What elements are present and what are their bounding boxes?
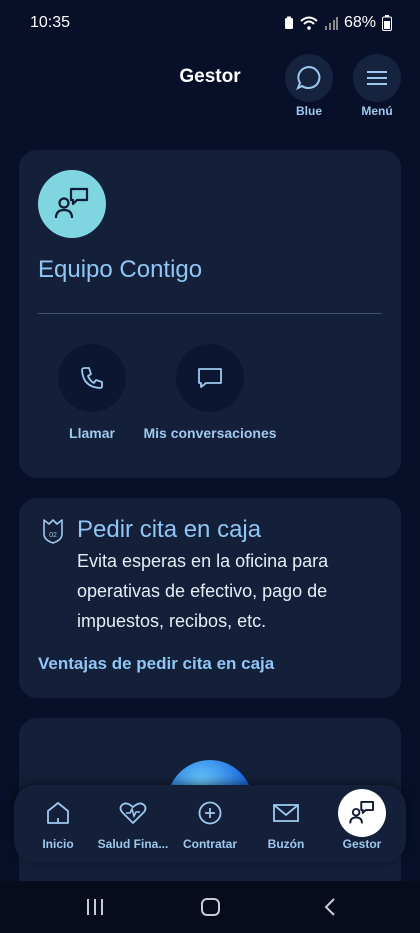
advisor-icon — [54, 187, 89, 219]
team-card: Equipo Contigo Llamar Mis conversaciones — [19, 150, 401, 478]
divider — [38, 313, 382, 314]
conversations-label: Mis conversaciones — [143, 425, 277, 441]
status-bar: 10:35 68% — [0, 0, 420, 46]
battery-saver-icon — [284, 16, 293, 29]
appointment-benefits-link[interactable]: Ventajas de pedir cita en caja — [38, 654, 274, 674]
tab-buzon-label: Buzón — [267, 837, 305, 851]
tab-contratar[interactable]: Contratar — [170, 797, 250, 851]
menu-label: Menú — [361, 104, 393, 118]
recent-apps-icon[interactable] — [84, 897, 106, 917]
status-time: 10:35 — [30, 14, 71, 31]
tab-contratar-label: Contratar — [182, 837, 237, 851]
back-icon[interactable] — [320, 897, 340, 917]
plus-circle-icon — [198, 801, 222, 825]
chat-bubble-icon — [296, 65, 321, 91]
phone-icon — [81, 367, 103, 389]
wifi-icon — [300, 16, 318, 30]
chat-icon — [198, 368, 222, 388]
tab-inicio-label: Inicio — [42, 837, 74, 851]
advisor-icon — [349, 800, 375, 824]
appointment-card[interactable]: 02 Pedir cita en caja Evita esperas en l… — [19, 498, 401, 698]
home-nav-icon[interactable] — [200, 897, 222, 917]
blue-label: Blue — [295, 104, 322, 118]
team-title: Equipo Contigo — [38, 256, 203, 283]
svg-text:02: 02 — [49, 532, 57, 539]
tab-salud-label: Salud Fina... — [97, 837, 169, 851]
advisor-avatar — [38, 170, 106, 238]
home-icon — [47, 802, 69, 824]
mail-icon — [273, 804, 299, 822]
shield-badge-icon: 02 — [41, 518, 65, 549]
appointment-title: Pedir cita en caja — [77, 516, 262, 543]
tab-salud-financiera[interactable]: Salud Fina... — [93, 797, 173, 851]
signal-icon — [324, 17, 338, 30]
battery-percent: 68% — [343, 14, 376, 31]
heart-pulse-icon — [119, 802, 147, 824]
system-navigation-bar — [0, 881, 420, 933]
tab-gestor[interactable]: Gestor — [322, 789, 402, 851]
hamburger-icon — [367, 71, 387, 85]
tab-buzon[interactable]: Buzón — [246, 797, 326, 851]
blue-assistant-button[interactable]: Blue — [285, 54, 333, 118]
battery-icon — [382, 15, 392, 31]
status-icons: 68% — [284, 14, 392, 32]
tab-gestor-label: Gestor — [342, 837, 382, 851]
conversations-button[interactable]: Mis conversaciones — [140, 344, 280, 443]
appointment-description: Evita esperas en la oficina para operati… — [77, 551, 329, 631]
tab-inicio[interactable]: Inicio — [18, 797, 98, 851]
bottom-tab-bar: Inicio Salud Fina... Contratar Buzón Ges… — [14, 785, 406, 863]
menu-button[interactable]: Menú — [353, 54, 401, 118]
